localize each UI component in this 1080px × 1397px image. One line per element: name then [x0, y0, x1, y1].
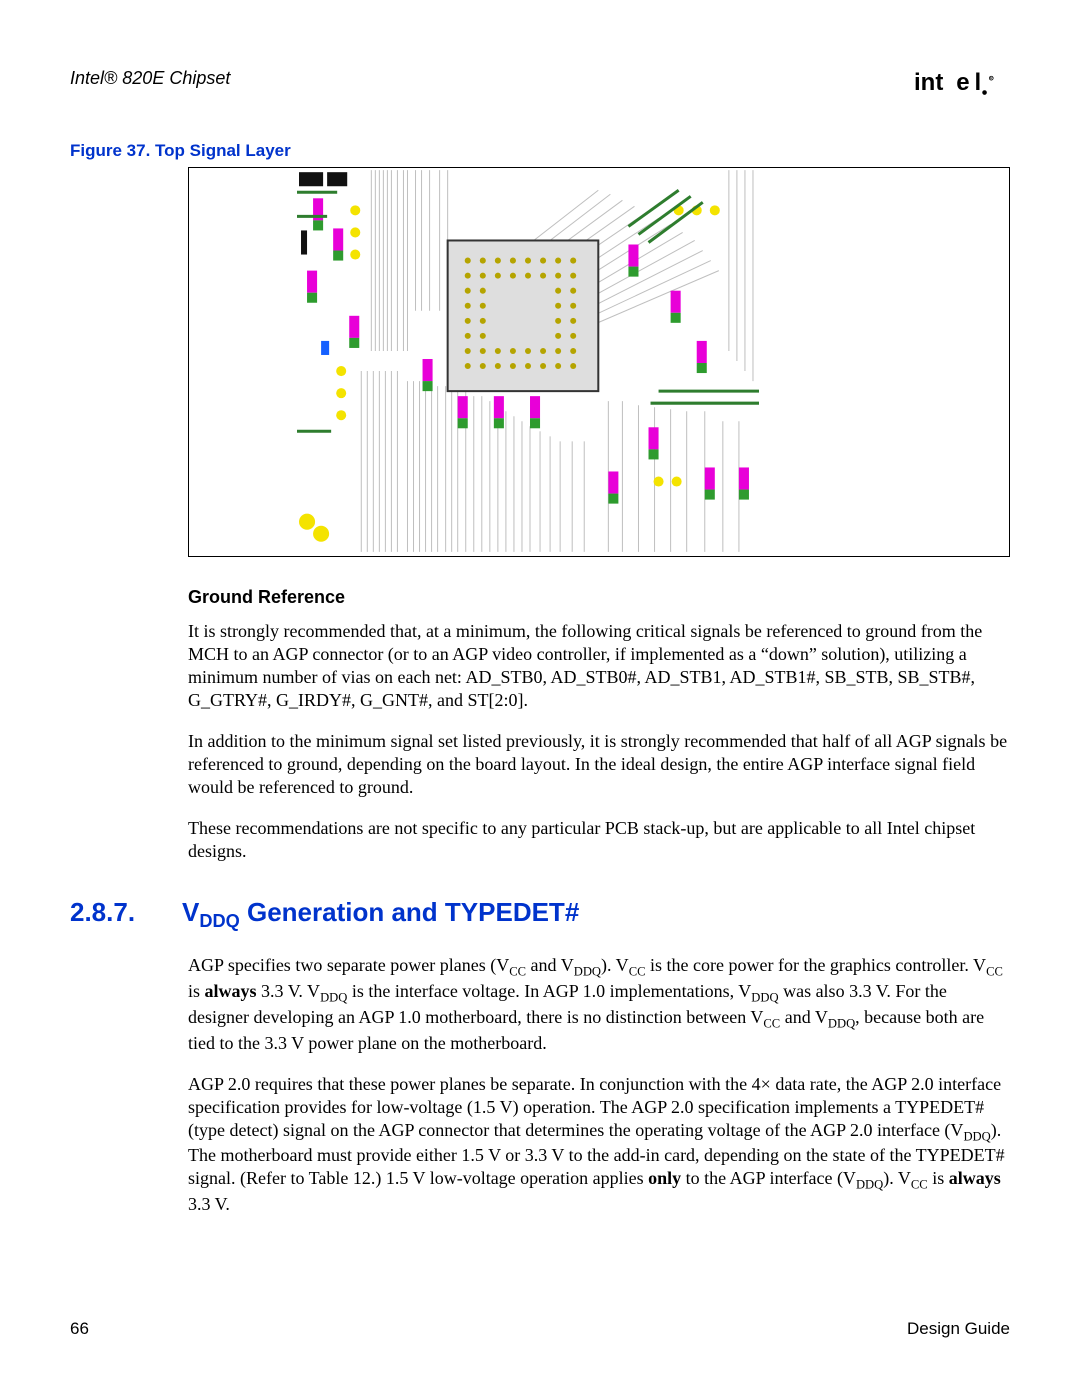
subheading-ground-reference: Ground Reference	[188, 587, 1010, 608]
figure-caption: Figure 37. Top Signal Layer	[70, 141, 1010, 161]
figure-top-signal-layer	[188, 167, 1010, 557]
svg-text:e: e	[956, 70, 969, 96]
pcb-illustration	[297, 170, 759, 552]
section-heading-287: 2.8.7.VDDQ Generation and TYPEDET#	[70, 897, 1010, 932]
section-number: 2.8.7.	[70, 897, 182, 928]
svg-text:l: l	[974, 70, 981, 96]
page-number: 66	[70, 1319, 89, 1339]
section-title-prefix: V	[182, 897, 199, 927]
section-title-sub: DDQ	[199, 911, 239, 931]
vddq-p2: AGP 2.0 requires that these power planes…	[188, 1073, 1012, 1217]
intel-logo: int e l R	[914, 70, 1010, 99]
running-header: Intel® 820E Chipset	[70, 68, 1010, 89]
svg-text:R: R	[990, 76, 993, 81]
ground-ref-p3: These recommendations are not specific t…	[188, 817, 1012, 863]
svg-text:int: int	[914, 70, 943, 96]
ground-ref-p1: It is strongly recommended that, at a mi…	[188, 620, 1012, 712]
ground-ref-p2: In addition to the minimum signal set li…	[188, 730, 1012, 799]
section-title-suffix: Generation and TYPEDET#	[240, 897, 580, 927]
vddq-p1: AGP specifies two separate power planes …	[188, 954, 1012, 1054]
footer-doc-title: Design Guide	[907, 1319, 1010, 1339]
